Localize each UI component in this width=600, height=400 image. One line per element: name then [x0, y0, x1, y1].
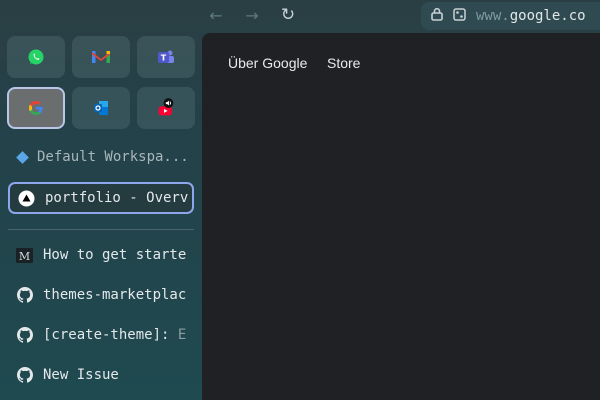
outlook-icon	[92, 99, 110, 117]
forward-button[interactable]: →	[240, 4, 264, 26]
reload-button[interactable]: ↻	[276, 4, 300, 26]
tab-title: [create-theme]: E	[43, 327, 186, 343]
store-link[interactable]: Store	[327, 55, 360, 71]
tab-themes-marketplace[interactable]: themes-marketplac	[8, 280, 194, 310]
about-google-link[interactable]: Über Google	[228, 55, 307, 71]
lock-icon[interactable]	[431, 7, 443, 25]
youtube-icon	[157, 98, 175, 117]
tab-title: portfolio - Overv	[45, 190, 189, 206]
arrow-left-icon: ←	[209, 5, 223, 25]
svg-text:M: M	[19, 250, 30, 263]
gmail-icon	[92, 48, 110, 66]
google-icon	[27, 99, 45, 117]
address-bar[interactable]: www.google.co	[421, 2, 600, 30]
url-text: www.google.co	[476, 8, 586, 24]
tab-medium[interactable]: M How to get starte	[8, 240, 194, 270]
svg-text:T: T	[161, 54, 167, 63]
github-icon	[16, 287, 33, 304]
github-icon	[16, 367, 33, 384]
tab-new-issue[interactable]: New Issue	[8, 360, 194, 390]
tab-title: New Issue	[43, 367, 119, 383]
essential-teams[interactable]: T	[137, 36, 195, 78]
tab-title: How to get starte	[43, 247, 187, 263]
url-prefix: www.	[476, 8, 510, 24]
vercel-icon	[18, 190, 35, 207]
reload-icon: ↻	[280, 5, 296, 25]
workspace-diamond-icon	[16, 150, 29, 164]
essential-gmail[interactable]	[72, 36, 130, 78]
web-content: Über Google Store	[202, 33, 600, 400]
url-domain: google.co	[509, 8, 586, 24]
essential-google[interactable]	[7, 87, 65, 129]
tab-create-theme[interactable]: [create-theme]: E	[8, 320, 194, 350]
teams-icon: T	[157, 48, 175, 66]
tab-portfolio[interactable]: portfolio - Overv	[8, 182, 194, 214]
essential-whatsapp[interactable]	[7, 36, 65, 78]
whatsapp-icon	[27, 48, 45, 66]
site-settings-icon[interactable]	[453, 7, 466, 25]
arrow-right-icon: →	[245, 5, 259, 25]
workspace-label: Default Workspa...	[37, 149, 189, 165]
workspace-selector[interactable]: Default Workspa...	[14, 146, 194, 168]
tab-title-dim: E	[177, 327, 187, 343]
essential-outlook[interactable]	[72, 87, 130, 129]
tab-title: themes-marketplac	[43, 287, 187, 303]
essential-youtube[interactable]	[137, 87, 195, 129]
tab-title-main: [create-theme]:	[43, 327, 178, 343]
medium-icon: M	[16, 247, 33, 264]
back-button[interactable]: ←	[204, 4, 228, 26]
sidebar-divider	[8, 229, 194, 230]
github-icon	[16, 327, 33, 344]
